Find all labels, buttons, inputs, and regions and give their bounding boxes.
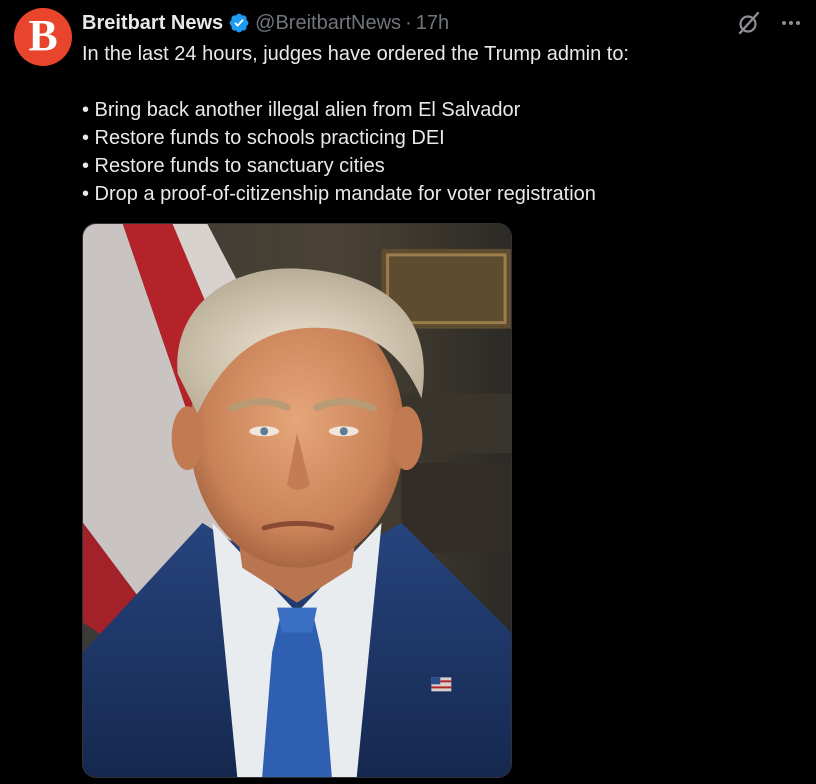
bullet-item: • Restore funds to schools practicing DE… [82,127,445,149]
header-actions [736,10,802,36]
bullet-item: • Restore funds to sanctuary cities [82,155,385,177]
author-handle[interactable]: @BreitbartNews [255,12,401,35]
tweet-intro: In the last 24 hours, judges have ordere… [82,43,629,65]
more-options-icon[interactable] [780,12,802,34]
bullet-item: • Bring back another illegal alien from … [82,99,521,121]
tweet-photo[interactable] [82,223,512,778]
portrait-image [83,224,511,777]
separator-dot: · [405,11,412,34]
tweet-text: In the last 24 hours, judges have ordere… [82,40,782,208]
author-avatar[interactable]: B [14,8,72,66]
breitbart-logo: B [28,11,58,60]
tweet: B Breitbart News @BreitbartNews · 17h In… [0,0,816,784]
tweet-header: Breitbart News @BreitbartNews · 17h [82,10,449,36]
grok-icon[interactable] [736,10,762,36]
tweet-bullet-list: • Bring back another illegal alien from … [82,96,782,208]
tweet-timestamp[interactable]: 17h [416,12,449,35]
author-name[interactable]: Breitbart News [82,12,223,35]
bullet-item: • Drop a proof-of-citizenship mandate fo… [82,183,596,205]
verified-badge-icon [229,13,249,33]
